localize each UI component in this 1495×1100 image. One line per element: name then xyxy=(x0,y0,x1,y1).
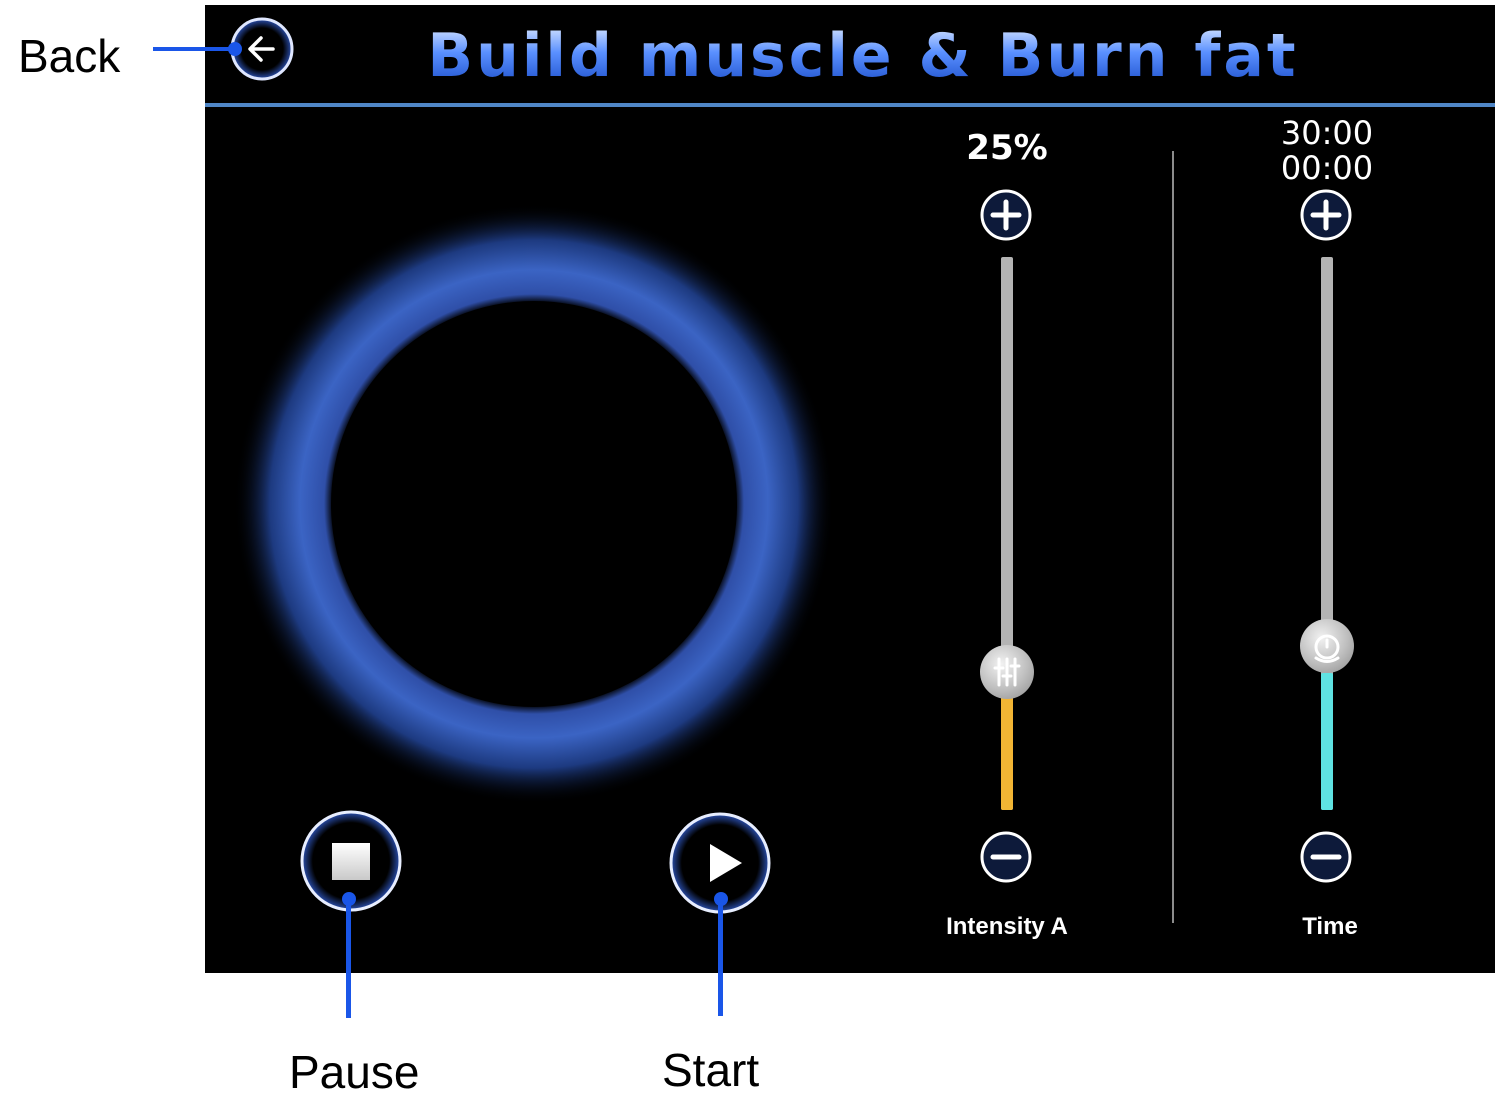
start-annotation: Start xyxy=(662,1044,760,1096)
timer-icon xyxy=(1314,634,1340,663)
pause-callout-dot xyxy=(342,892,356,906)
page-title: Build muscle & Burn fat xyxy=(205,21,1495,91)
time-elapsed: 00:00 xyxy=(1280,149,1374,187)
back-callout-line xyxy=(153,47,235,51)
back-callout-dot xyxy=(228,42,242,56)
intensity-decrease-button[interactable] xyxy=(978,829,1034,885)
time-label: Time xyxy=(1302,913,1358,940)
time-increase-button[interactable] xyxy=(1298,187,1354,243)
header-divider xyxy=(205,103,1495,107)
minus-circle-icon xyxy=(980,831,1032,883)
minus-circle-icon xyxy=(1300,831,1352,883)
device-screen: Build muscle & Burn fat 25% Intensity A … xyxy=(205,5,1495,973)
start-callout-dot xyxy=(714,892,728,906)
time-decrease-button[interactable] xyxy=(1298,829,1354,885)
intensity-thumb[interactable] xyxy=(980,645,1034,699)
intensity-value: 25% xyxy=(966,128,1048,168)
sliders-icon xyxy=(993,657,1021,687)
start-callout-line xyxy=(718,898,723,1016)
time-fill xyxy=(1321,673,1333,810)
pause-callout-line xyxy=(346,898,351,1018)
plus-circle-icon xyxy=(980,189,1032,241)
intensity-increase-button[interactable] xyxy=(978,187,1034,243)
slider-divider xyxy=(1172,151,1174,923)
back-annotation: Back xyxy=(18,30,121,82)
pause-annotation: Pause xyxy=(289,1046,420,1098)
time-thumb[interactable] xyxy=(1300,619,1354,673)
intensity-label: Intensity A xyxy=(946,913,1068,940)
plus-circle-icon xyxy=(1300,189,1352,241)
time-total: 30:00 xyxy=(1280,114,1374,152)
